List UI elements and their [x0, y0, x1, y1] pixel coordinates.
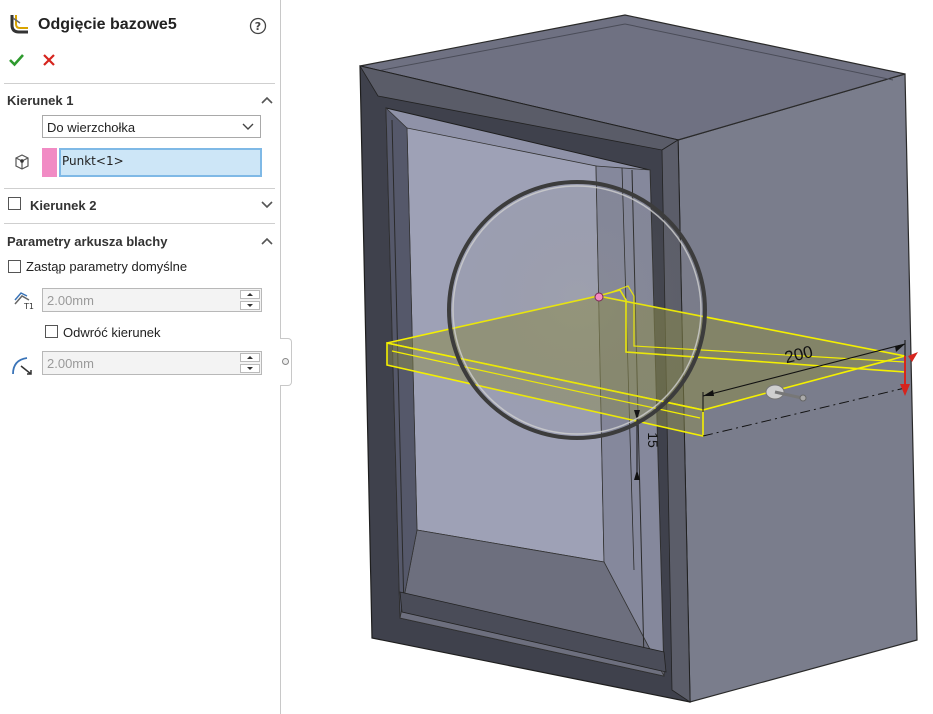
chevron-down-icon	[242, 123, 254, 130]
svg-text:?: ?	[255, 20, 261, 33]
spin-buttons	[240, 353, 260, 373]
property-manager-panel: Odgięcie bazowe5 ? Kierunek 1 Do wierzch…	[0, 0, 280, 714]
help-icon[interactable]: ?	[249, 17, 267, 35]
vertex-icon	[15, 154, 29, 170]
feature-title: Odgięcie bazowe5	[38, 16, 177, 33]
reverse-direction-label: Odwróć kierunek	[63, 325, 161, 340]
graphics-viewport[interactable]: 200 15	[281, 0, 933, 714]
selected-vertex-point[interactable]	[594, 292, 604, 302]
thickness-icon: T1	[14, 292, 34, 310]
spin-up-button[interactable]	[240, 290, 260, 299]
end-condition-value: Do wierzchołka	[47, 120, 136, 135]
thickness-spinbox[interactable]: 2.00mm	[42, 288, 262, 312]
chevron-up-icon[interactable]	[260, 95, 274, 105]
vertex-selection-box[interactable]: Punkt<1>	[59, 148, 262, 177]
bend-radius-icon	[12, 357, 32, 375]
spin-up-icon	[247, 356, 253, 359]
spin-buttons	[240, 290, 260, 310]
direction2-checkbox[interactable]	[8, 197, 21, 210]
chevron-down-icon[interactable]	[260, 199, 274, 209]
dimension-depth-label: 15	[645, 432, 661, 448]
override-defaults-checkbox[interactable]	[8, 260, 21, 273]
sheet-metal-params-header[interactable]: Parametry arkusza blachy	[7, 234, 167, 249]
direction2-header[interactable]: Kierunek 2	[30, 198, 96, 213]
base-flange-icon	[10, 15, 28, 34]
spin-up-icon	[247, 293, 253, 296]
spin-down-icon	[247, 304, 253, 307]
bend-radius-spinbox[interactable]: 2.00mm	[42, 351, 262, 375]
thickness-value: 2.00mm	[47, 293, 94, 308]
selection-color-swatch	[42, 148, 57, 177]
spin-up-button[interactable]	[240, 353, 260, 362]
end-condition-select[interactable]: Do wierzchołka	[42, 115, 261, 138]
magnifier-lens[interactable]	[447, 180, 707, 440]
vertex-selection-value: Punkt<1>	[62, 154, 124, 168]
ok-check-icon[interactable]	[8, 52, 26, 68]
spin-down-icon	[247, 367, 253, 370]
reverse-direction-checkbox[interactable]	[45, 325, 58, 338]
separator	[4, 223, 275, 224]
direction1-header[interactable]: Kierunek 1	[7, 93, 73, 108]
override-defaults-label: Zastąp parametry domyślne	[26, 259, 188, 274]
spin-down-button[interactable]	[240, 364, 260, 373]
svg-text:T1: T1	[23, 302, 34, 310]
cancel-x-icon[interactable]	[42, 53, 56, 67]
bend-radius-value: 2.00mm	[47, 356, 94, 371]
spin-down-button[interactable]	[240, 301, 260, 310]
separator	[4, 188, 275, 189]
separator	[4, 83, 275, 84]
chevron-up-icon[interactable]	[260, 236, 274, 246]
